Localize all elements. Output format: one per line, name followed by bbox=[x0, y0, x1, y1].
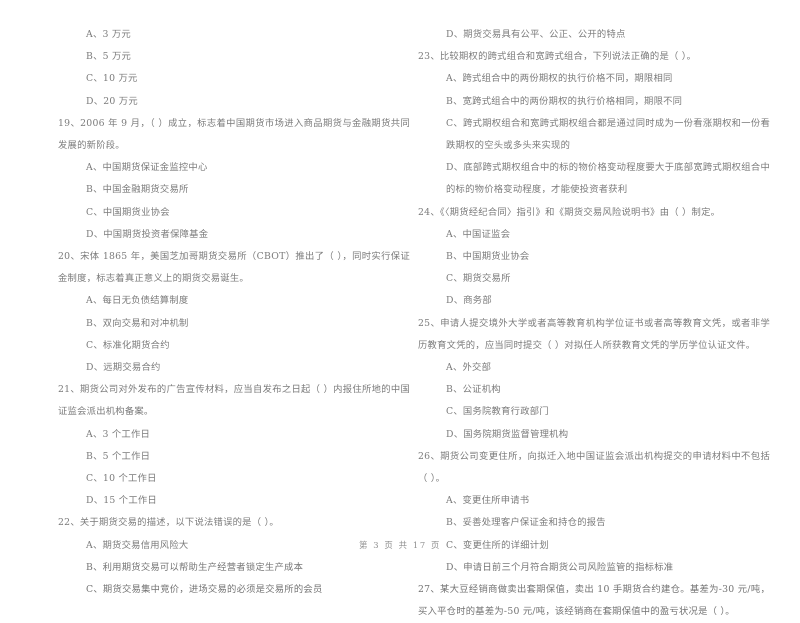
question-item: 20、宋体 1865 年，美国芝加哥期货交易所（CBOT）推出了（ ），同时实行… bbox=[58, 251, 410, 285]
option-item: C、期货交易集中竞价，进场交易的必须是交易所的会员 bbox=[86, 584, 323, 596]
question-item: 22、关于期货交易的描述，以下说法错误的是（ ）。 bbox=[58, 517, 279, 529]
option-item: A、变更住所申请书 bbox=[446, 495, 530, 507]
option-item: D、商务部 bbox=[446, 295, 492, 307]
option-item: D、国务院期货监督管理机构 bbox=[446, 428, 569, 440]
option-item: C、国务院教育行政部门 bbox=[446, 406, 549, 418]
option-item: C、期货交易所 bbox=[446, 273, 511, 285]
option-item: B、中国金融期货交易所 bbox=[86, 184, 189, 196]
option-item: B、宽跨式组合中的两份期权的执行价格相同，期限不同 bbox=[446, 95, 683, 107]
question-item: 19、2006 年 9 月，（ ）成立，标志着中国期货市场进入商品期货与金融期货… bbox=[58, 117, 410, 152]
option-item: D、底部跨式期权组合中的标的物价格变动程度要大于底部宽跨式期权组合中的标的物价格… bbox=[446, 162, 770, 196]
option-item: A、跨式组合中的两份期权的执行价格不同，期限相同 bbox=[446, 73, 673, 85]
question-item: 27、某大豆经销商做卖出套期保值，卖出 10 手期货合约建仓。基差为-30 元/… bbox=[418, 584, 770, 618]
option-item: A、外交部 bbox=[446, 362, 492, 374]
question-item: 23、比较期权的跨式组合和宽跨式组合，下列说法正确的是（ ）。 bbox=[418, 51, 697, 63]
option-item: D、期货交易具有公平、公正、公开的特点 bbox=[446, 29, 626, 40]
option-item: B、中国期货业协会 bbox=[446, 251, 530, 263]
option-item: B、公证机构 bbox=[446, 384, 501, 396]
option-item: B、5 个工作日 bbox=[86, 450, 151, 462]
option-item: D、远期交易合约 bbox=[86, 362, 161, 374]
question-item: 26、期货公司变更住所，向拟迁入地中国证监会派出机构提交的申请材料中不包括（ ）… bbox=[418, 450, 770, 485]
option-item: A、中国证监会 bbox=[446, 228, 511, 240]
option-item: B、5 万元 bbox=[86, 51, 132, 63]
question-item: 25、申请人提交境外大学或者高等教育机构学位证书或者高等教育文凭，或者非学历教育… bbox=[418, 317, 770, 351]
right-column: D、期货交易具有公平、公正、公开的特点 23、比较期权的跨式组合和宽跨式组合，下… bbox=[418, 24, 770, 623]
option-item: C、10 个工作日 bbox=[86, 473, 157, 485]
option-item: A、中国期货保证金监控中心 bbox=[86, 162, 208, 174]
option-item: B、妥善处理客户保证金和持仓的报告 bbox=[446, 517, 606, 529]
page-footer: 第 3 页 共 17 页 bbox=[359, 540, 441, 550]
question-item: 21、期货公司对外发布的广告宣传材料，应当自发布之日起（ ）内报住所地的中国证监… bbox=[58, 384, 410, 418]
option-item: C、跨式期权组合和宽跨式期权组合都是通过同时成为一份看涨期权和一份看跌期权的空头… bbox=[446, 117, 770, 152]
option-item: A、3 万元 bbox=[86, 29, 131, 40]
option-item: B、双向交易和对冲机制 bbox=[86, 317, 189, 329]
option-item: A、3 个工作日 bbox=[86, 428, 151, 440]
option-item: C、10 万元 bbox=[86, 73, 138, 85]
option-item: B、利用期货交易可以帮助生产经营者锁定生产成本 bbox=[86, 561, 304, 573]
left-column: A、3 万元 B、5 万元 C、10 万元 D、20 万元 19、2006 年 … bbox=[58, 24, 410, 601]
document-page: A、3 万元 B、5 万元 C、10 万元 D、20 万元 19、2006 年 … bbox=[0, 0, 800, 617]
option-item: C、中国期货业协会 bbox=[86, 206, 170, 218]
option-item: D、中国期货投资者保障基金 bbox=[86, 228, 209, 240]
option-item: A、每日无负债结算制度 bbox=[86, 295, 189, 307]
option-item: D、20 万元 bbox=[86, 95, 138, 107]
option-item: C、标准化期货合约 bbox=[86, 339, 170, 351]
option-item: D、15 个工作日 bbox=[86, 495, 157, 507]
question-item: 24、《〈期货经纪合同〉指引》和《期货交易风险说明书》由（ ）制定。 bbox=[418, 206, 721, 218]
two-column-layout: A、3 万元 B、5 万元 C、10 万元 D、20 万元 19、2006 年 … bbox=[0, 24, 800, 623]
option-item: D、申请日前三个月符合期货公司风险监管的指标标准 bbox=[446, 561, 674, 573]
